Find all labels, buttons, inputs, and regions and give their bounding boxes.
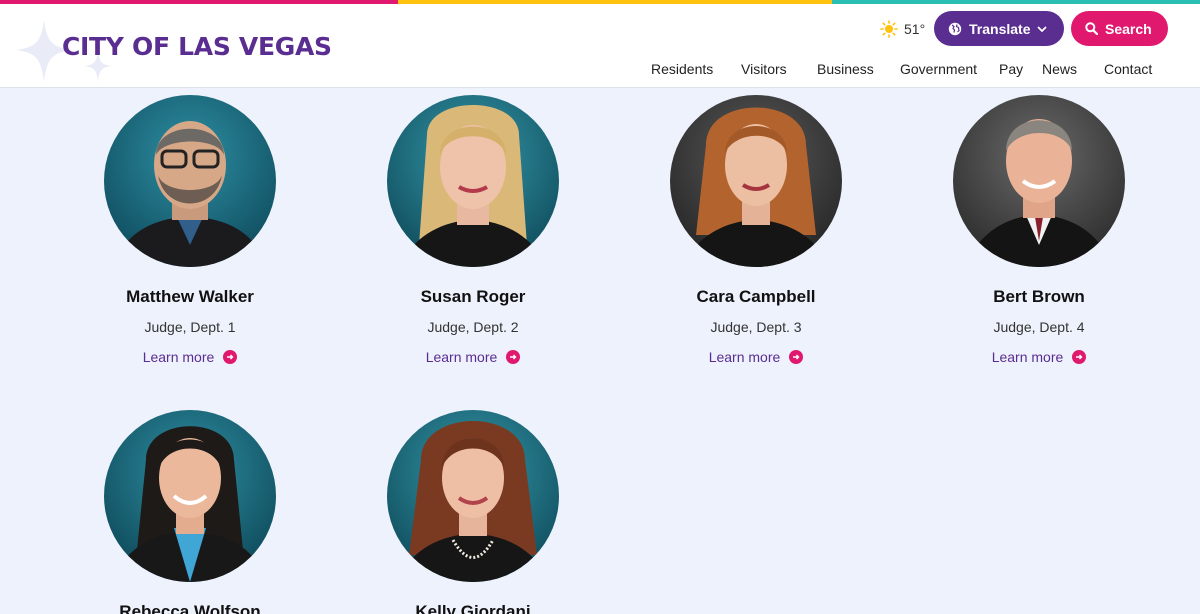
nav-residents[interactable]: Residents [651,61,713,77]
judge-card: Bert Brown Judge, Dept. 4 Learn more [929,95,1149,367]
learn-more-label: Learn more [425,349,498,365]
judge-title: Judge, Dept. 3 [710,319,802,335]
judge-card: Matthew Walker Judge, Dept. 1 Learn more [80,95,300,367]
learn-more-link[interactable]: Learn more [426,349,521,365]
judge-name: Cara Campbell [696,287,816,306]
arrow-right-icon [1072,350,1087,364]
learn-more-link[interactable]: Learn more [709,349,804,365]
nav-government[interactable]: Government [900,61,977,77]
nav-news[interactable]: News [1042,61,1077,77]
weather-widget: 51° [880,20,925,38]
learn-more-label: Learn more [708,349,781,365]
search-label: Search [1105,20,1152,37]
judge-photo[interactable] [953,95,1125,267]
arrow-right-icon [223,350,238,364]
search-button[interactable]: Search [1071,11,1168,46]
weather-temperature: 51° [904,21,926,37]
sun-icon [880,20,898,38]
judge-photo[interactable] [104,95,276,267]
translate-button[interactable]: Translate [934,11,1064,46]
judge-card: Cara Campbell Judge, Dept. 3 Learn more [646,95,866,367]
learn-more-link[interactable]: Learn more [143,349,238,365]
nav-pay[interactable]: Pay [999,61,1023,77]
judge-name: Matthew Walker [126,287,254,306]
arrow-right-icon [789,350,804,364]
judge-card: Susan Roger Judge, Dept. 2 Learn more [363,95,583,367]
learn-more-label: Learn more [142,349,215,365]
nav-business[interactable]: Business [817,61,874,77]
chevron-down-icon [1038,26,1047,32]
judge-title: Judge, Dept. 1 [144,319,236,335]
site-logo[interactable]: CITY OF LAS VEGAS [62,32,332,61]
judge-photo[interactable] [387,95,559,267]
translate-label: Translate [969,20,1031,37]
learn-more-link[interactable]: Learn more [992,349,1087,365]
judge-title: Judge, Dept. 4 [993,319,1085,335]
globe-icon [948,22,962,35]
judge-photo[interactable] [387,410,559,582]
learn-more-label: Learn more [991,349,1064,365]
judge-name: Kelly Giordani [415,602,531,614]
nav-contact[interactable]: Contact [1104,61,1152,77]
site-header: CITY OF LAS VEGAS 51° Translate Search R… [0,4,1200,88]
judge-title: Judge, Dept. 2 [427,319,519,335]
judge-photo[interactable] [670,95,842,267]
nav-visitors[interactable]: Visitors [741,61,787,77]
judge-name: Susan Roger [420,287,526,306]
judge-name: Rebecca Wolfson [119,602,261,614]
search-icon [1085,22,1098,35]
main-nav: Residents Visitors Business Government P… [0,61,1200,81]
judge-photo[interactable] [104,410,276,582]
arrow-right-icon [506,350,521,364]
judge-card: Kelly Giordani [363,410,583,614]
judge-name: Bert Brown [993,287,1085,306]
judge-card: Rebecca Wolfson [80,410,300,614]
